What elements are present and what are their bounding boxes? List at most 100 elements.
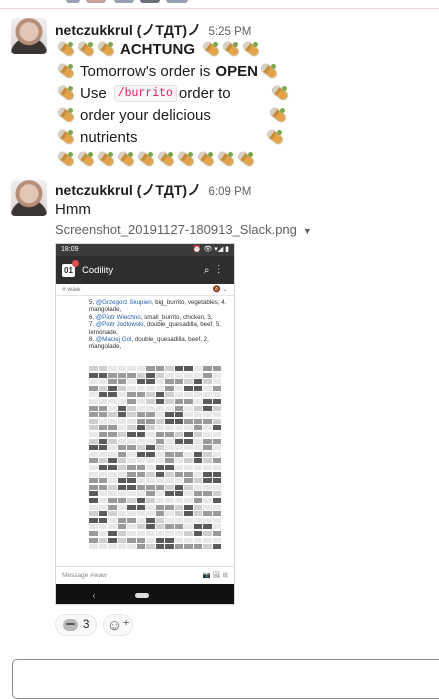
burrito-emoji-icon bbox=[200, 38, 220, 60]
ascii-art-block bbox=[184, 544, 193, 550]
timestamp[interactable]: 5:25 PM bbox=[209, 26, 252, 38]
order-text: Tomorrow's order is bbox=[80, 62, 211, 80]
ascii-art-block bbox=[117, 517, 126, 523]
ascii-art-block bbox=[146, 458, 155, 464]
ascii-art-block bbox=[155, 451, 164, 457]
ascii-art-block bbox=[184, 445, 193, 451]
ascii-art-block bbox=[108, 511, 117, 517]
avatar[interactable] bbox=[11, 180, 47, 216]
ascii-art-block bbox=[117, 425, 126, 431]
ascii-art-block bbox=[184, 379, 193, 385]
ascii-art-block bbox=[212, 412, 221, 418]
ascii-art-block bbox=[212, 451, 221, 457]
burrito-emoji-icon bbox=[267, 104, 287, 126]
ascii-art-block bbox=[89, 438, 98, 444]
ascii-art-block bbox=[127, 537, 136, 543]
ascii-art-block bbox=[108, 399, 117, 404]
ascii-art-block bbox=[98, 537, 107, 543]
ascii-art-block bbox=[108, 412, 117, 418]
ascii-art-block bbox=[98, 385, 107, 391]
ascii-art-block bbox=[108, 491, 117, 497]
ascii-art-block bbox=[127, 425, 136, 431]
ascii-art-block bbox=[212, 458, 221, 464]
ascii-art-block bbox=[89, 504, 98, 510]
phone-message-input: Message #waw 📷 🖼 ⊞ bbox=[56, 566, 234, 584]
ascii-art-block bbox=[155, 379, 164, 385]
ascii-art-block bbox=[146, 531, 155, 536]
ascii-art-block bbox=[108, 379, 117, 385]
phone-status-bar: 18:09 ⏰ 👁 ▾◢ ▮ bbox=[56, 244, 234, 256]
timestamp[interactable]: 6:09 PM bbox=[209, 186, 252, 198]
add-reaction-button[interactable]: ☺⁺ bbox=[103, 614, 134, 636]
ascii-art-block bbox=[146, 484, 155, 490]
ascii-art-block bbox=[203, 504, 212, 510]
ascii-art-block bbox=[193, 438, 202, 444]
ascii-art-block bbox=[89, 511, 98, 517]
ascii-art-block bbox=[155, 366, 164, 371]
ascii-art-block bbox=[184, 451, 193, 457]
ascii-art-block bbox=[89, 451, 98, 457]
ascii-art-block bbox=[136, 425, 145, 431]
ascii-art-block bbox=[146, 511, 155, 517]
ascii-art-block bbox=[136, 471, 145, 477]
ascii-art-block bbox=[89, 399, 98, 404]
ascii-art-block bbox=[89, 385, 98, 391]
ascii-art-block bbox=[136, 498, 145, 503]
attachment-image[interactable]: 18:09 ⏰ 👁 ▾◢ ▮ 01 Codility ⌕⋮ # waw 🔕 ⌄ … bbox=[55, 243, 235, 605]
ascii-art-block bbox=[98, 484, 107, 490]
reaction-facepalm[interactable]: 3 bbox=[55, 614, 98, 636]
ascii-art-block bbox=[127, 517, 136, 523]
ascii-art-block bbox=[89, 405, 98, 411]
ascii-art-block bbox=[127, 405, 136, 411]
ascii-art-block bbox=[146, 418, 155, 424]
reactions-bar: 3 ☺⁺ bbox=[55, 614, 134, 636]
ascii-art-block bbox=[174, 412, 183, 418]
ascii-art-block bbox=[184, 372, 193, 378]
ascii-art-block bbox=[136, 432, 145, 437]
ascii-art-block bbox=[127, 544, 136, 550]
ascii-art-block bbox=[117, 524, 126, 530]
ascii-art-block bbox=[174, 524, 183, 530]
ascii-art-block bbox=[108, 544, 117, 550]
ascii-art-block bbox=[174, 537, 183, 543]
caret-down-icon[interactable]: ▼ bbox=[303, 226, 312, 236]
ascii-art-block bbox=[155, 498, 164, 503]
ascii-art-block bbox=[203, 498, 212, 503]
ascii-art-block bbox=[184, 537, 193, 543]
ascii-art-block bbox=[165, 458, 174, 464]
ascii-art-block bbox=[155, 399, 164, 404]
ascii-art-block bbox=[155, 438, 164, 444]
ascii-art-block bbox=[136, 484, 145, 490]
ascii-art-block bbox=[108, 445, 117, 451]
ascii-art-block bbox=[174, 405, 183, 411]
ascii-art-block bbox=[98, 438, 107, 444]
ascii-art-block bbox=[174, 366, 183, 371]
ascii-art-block bbox=[108, 385, 117, 391]
ascii-art-block bbox=[174, 379, 183, 385]
ascii-art-block bbox=[146, 412, 155, 418]
ascii-art-block bbox=[184, 432, 193, 437]
author-name[interactable]: netczukkrul (ノTДT)ノ bbox=[55, 182, 201, 198]
ascii-art-block bbox=[155, 531, 164, 536]
attachment-filename[interactable]: Screenshot_20191127-180913_Slack.png ▼ bbox=[55, 222, 312, 237]
ascii-art-block bbox=[212, 372, 221, 378]
ascii-art-block bbox=[146, 425, 155, 431]
ascii-art-block bbox=[203, 517, 212, 523]
ascii-art-block bbox=[174, 544, 183, 550]
burrito-emoji-icon bbox=[55, 38, 75, 60]
ascii-art-block bbox=[136, 465, 145, 470]
burrito-command: /burrito bbox=[113, 84, 177, 102]
ascii-art-block bbox=[117, 511, 126, 517]
ascii-art-block bbox=[89, 524, 98, 530]
ascii-art-block bbox=[146, 478, 155, 484]
ascii-art-block bbox=[212, 392, 221, 398]
author-name[interactable]: netczukkrul (ノTДT)ノ bbox=[55, 22, 201, 38]
ascii-art-block bbox=[165, 412, 174, 418]
ascii-art-block bbox=[127, 458, 136, 464]
ascii-art-block bbox=[203, 438, 212, 444]
ascii-art-block bbox=[98, 504, 107, 510]
message-composer[interactable] bbox=[12, 659, 439, 699]
ascii-art-block bbox=[98, 465, 107, 470]
avatar[interactable] bbox=[11, 18, 47, 54]
ascii-art-block bbox=[89, 445, 98, 451]
